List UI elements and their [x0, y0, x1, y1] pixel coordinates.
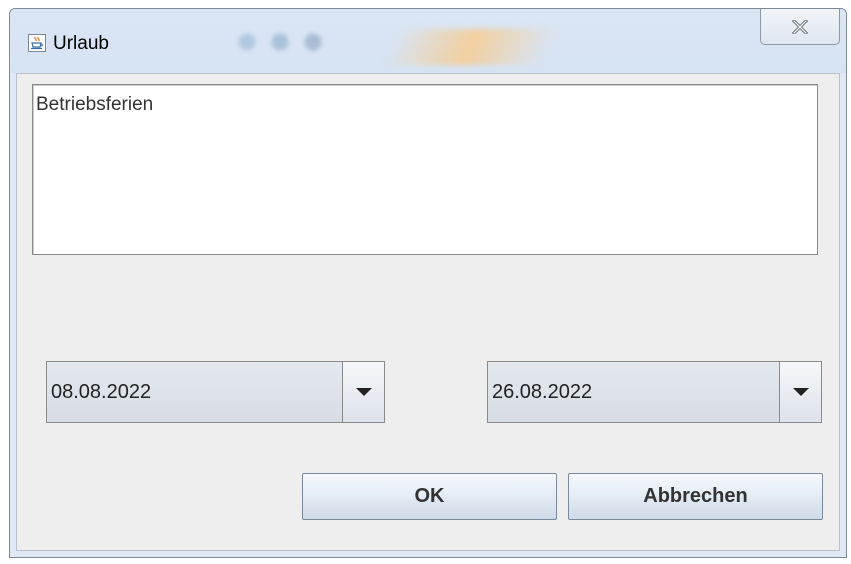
start-date-dropdown-button[interactable]: [342, 362, 384, 422]
close-x-icon: [792, 19, 808, 34]
start-date-value: 08.08.2022: [51, 381, 152, 403]
start-date-combobox[interactable]: 08.08.2022: [46, 361, 385, 423]
window-title: Urlaub: [53, 33, 109, 54]
chevron-down-icon: [355, 388, 372, 396]
end-date-dropdown-button[interactable]: [779, 362, 821, 422]
java-cup-icon: [28, 34, 46, 52]
close-button[interactable]: [760, 9, 840, 45]
chevron-down-icon: [792, 388, 809, 396]
cancel-button[interactable]: Abbrechen: [568, 473, 823, 520]
background-blur-orange: [381, 29, 559, 65]
ok-button[interactable]: OK: [302, 473, 557, 520]
end-date-combobox[interactable]: 26.08.2022: [487, 361, 822, 423]
description-textarea[interactable]: Betriebsferien: [32, 84, 818, 255]
background-blur: [225, 31, 335, 53]
title-bar[interactable]: Urlaub: [10, 9, 846, 73]
end-date-value: 26.08.2022: [492, 381, 593, 403]
